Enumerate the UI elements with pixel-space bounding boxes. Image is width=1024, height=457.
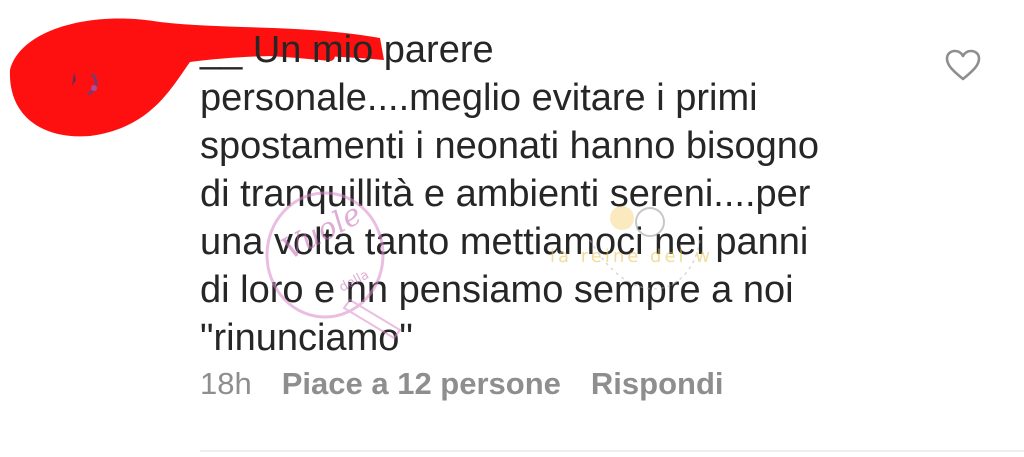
comment-body: __ Un mio parere personale....meglio evi… xyxy=(200,26,900,362)
comment-line: spostamenti i neonati hanno bisogno xyxy=(200,125,820,167)
comment-timestamp: 18h xyxy=(200,366,252,401)
comment-line: di loro e nn pensiamo sempre a noi xyxy=(200,269,794,311)
divider xyxy=(200,450,1024,452)
username[interactable]: __ xyxy=(200,29,242,71)
comment-item: __ Un mio parere personale....meglio evi… xyxy=(0,0,1024,457)
likes-count-link[interactable]: Piace a 12 persone xyxy=(282,366,561,402)
comment-line: "rinunciamo" xyxy=(200,317,413,359)
comment-line: una volta tanto mettiamoci nei panni xyxy=(200,221,809,263)
heart-outline-icon[interactable] xyxy=(944,48,982,82)
comment-line: personale....meglio evitare i primi xyxy=(200,77,758,119)
comment-meta: 18h Piace a 12 persone Rispondi xyxy=(200,366,724,402)
avatar[interactable] xyxy=(66,62,106,102)
comment-line: di tranquillità e ambienti sereni....per xyxy=(200,173,811,215)
comment-line: Un mio parere xyxy=(252,29,494,71)
reply-button[interactable]: Rispondi xyxy=(591,366,724,402)
